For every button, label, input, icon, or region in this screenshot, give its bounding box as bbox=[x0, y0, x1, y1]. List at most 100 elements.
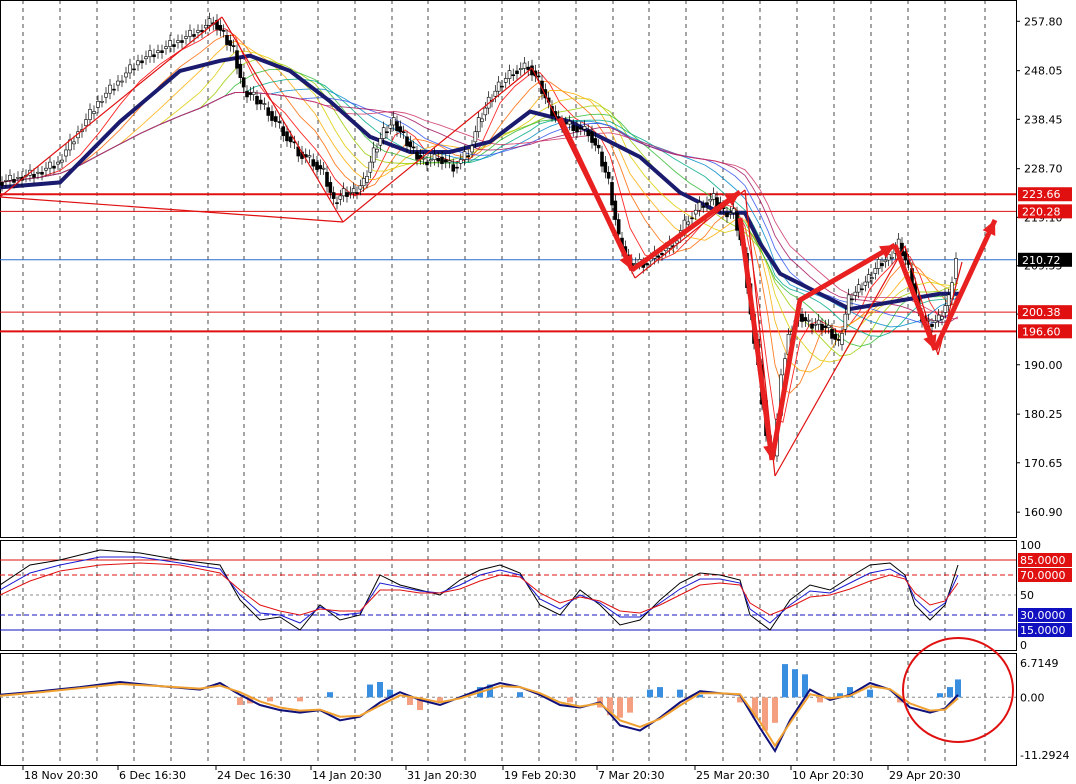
x-tick-label: 24 Dec 16:30 bbox=[217, 769, 291, 782]
candle bbox=[590, 131, 594, 143]
candle bbox=[462, 151, 467, 160]
candle bbox=[473, 131, 478, 143]
candle bbox=[701, 206, 706, 208]
candle bbox=[168, 40, 172, 47]
x-tick-label: 14 Jan 20:30 bbox=[312, 769, 382, 782]
candle bbox=[152, 54, 156, 58]
candle bbox=[96, 101, 100, 108]
candle bbox=[72, 141, 76, 145]
candle bbox=[536, 75, 541, 78]
candle bbox=[575, 126, 579, 133]
x-tick-label: 7 Mar 20:30 bbox=[598, 769, 664, 782]
macd-bar bbox=[782, 664, 788, 698]
macd-bar bbox=[517, 692, 523, 698]
macd-bar bbox=[817, 697, 823, 703]
candle bbox=[188, 30, 192, 37]
candle bbox=[596, 144, 601, 149]
candle bbox=[235, 50, 239, 69]
candle bbox=[806, 319, 811, 322]
candle bbox=[936, 314, 941, 322]
stoch-tick-label: 50 bbox=[1020, 589, 1034, 602]
candle bbox=[84, 119, 88, 126]
candle bbox=[940, 316, 944, 320]
candle bbox=[455, 166, 459, 169]
candle bbox=[567, 121, 572, 125]
candle bbox=[436, 158, 441, 162]
y-tick-label: 238.45 bbox=[1024, 113, 1063, 126]
macd-bar bbox=[377, 681, 383, 698]
candle bbox=[132, 68, 136, 71]
candle bbox=[108, 84, 112, 94]
candle bbox=[518, 68, 523, 70]
candle bbox=[241, 77, 246, 88]
x-tick-label: 18 Nov 20:30 bbox=[24, 769, 98, 782]
candle bbox=[351, 188, 356, 193]
price-panel bbox=[0, 0, 1017, 538]
y-tick-label: 257.80 bbox=[1024, 15, 1063, 28]
candle bbox=[124, 72, 128, 78]
candle bbox=[708, 198, 713, 202]
candle bbox=[582, 126, 587, 130]
candle bbox=[946, 294, 951, 306]
candle bbox=[860, 288, 864, 291]
candle bbox=[443, 159, 448, 163]
candle bbox=[172, 44, 176, 47]
candle bbox=[255, 95, 259, 105]
macd-tick-label: 0.00 bbox=[1020, 691, 1045, 704]
stoch-level-label: 70.0000 bbox=[1020, 569, 1066, 582]
macd-bar bbox=[567, 697, 573, 703]
candle bbox=[593, 138, 598, 146]
candle bbox=[428, 159, 433, 162]
candle bbox=[603, 161, 608, 173]
candle bbox=[411, 146, 416, 149]
candle bbox=[203, 25, 208, 29]
candle bbox=[493, 90, 498, 97]
candle bbox=[496, 81, 501, 92]
candle bbox=[136, 60, 140, 66]
macd-tick-label: 6.7149 bbox=[1020, 657, 1059, 670]
candle bbox=[60, 159, 64, 163]
candle bbox=[826, 324, 831, 328]
y-tick-label: 190.00 bbox=[1024, 359, 1063, 372]
candle bbox=[830, 328, 834, 339]
candle bbox=[522, 62, 527, 69]
candle bbox=[325, 171, 329, 187]
candle bbox=[711, 193, 716, 200]
macd-bar bbox=[297, 697, 303, 702]
candle bbox=[361, 178, 366, 187]
macd-bar bbox=[867, 689, 873, 698]
candle bbox=[140, 60, 144, 64]
candle bbox=[856, 284, 861, 293]
stoch-tick-label: 0 bbox=[1020, 639, 1027, 652]
candle bbox=[112, 88, 116, 91]
x-tick-label: 10 Apr 20:30 bbox=[792, 769, 864, 782]
candle bbox=[447, 160, 452, 163]
candle bbox=[850, 298, 854, 301]
x-tick-label: 19 Feb 20:30 bbox=[504, 769, 576, 782]
candle bbox=[184, 36, 188, 39]
x-tick-label: 6 Dec 16:30 bbox=[119, 769, 186, 782]
candle bbox=[388, 124, 393, 129]
candle bbox=[196, 30, 200, 33]
macd-bar bbox=[677, 689, 683, 698]
candle bbox=[36, 171, 40, 174]
candle bbox=[48, 161, 52, 169]
candle bbox=[863, 281, 868, 286]
candle bbox=[903, 251, 908, 261]
level-label: 223.66 bbox=[1022, 188, 1061, 201]
candle bbox=[225, 35, 229, 45]
candle bbox=[160, 50, 164, 53]
candle bbox=[480, 118, 484, 122]
candle bbox=[876, 259, 881, 269]
candle bbox=[483, 107, 488, 116]
candle bbox=[578, 127, 583, 130]
candle bbox=[421, 157, 426, 160]
macd-tick-label: -11.2924 bbox=[1020, 749, 1069, 762]
x-tick-label: 31 Jan 20:30 bbox=[407, 769, 477, 782]
candle bbox=[341, 188, 346, 197]
candle bbox=[64, 149, 68, 157]
candle bbox=[368, 161, 373, 173]
candle bbox=[335, 202, 339, 204]
candle bbox=[843, 313, 848, 330]
candle bbox=[4, 180, 8, 182]
